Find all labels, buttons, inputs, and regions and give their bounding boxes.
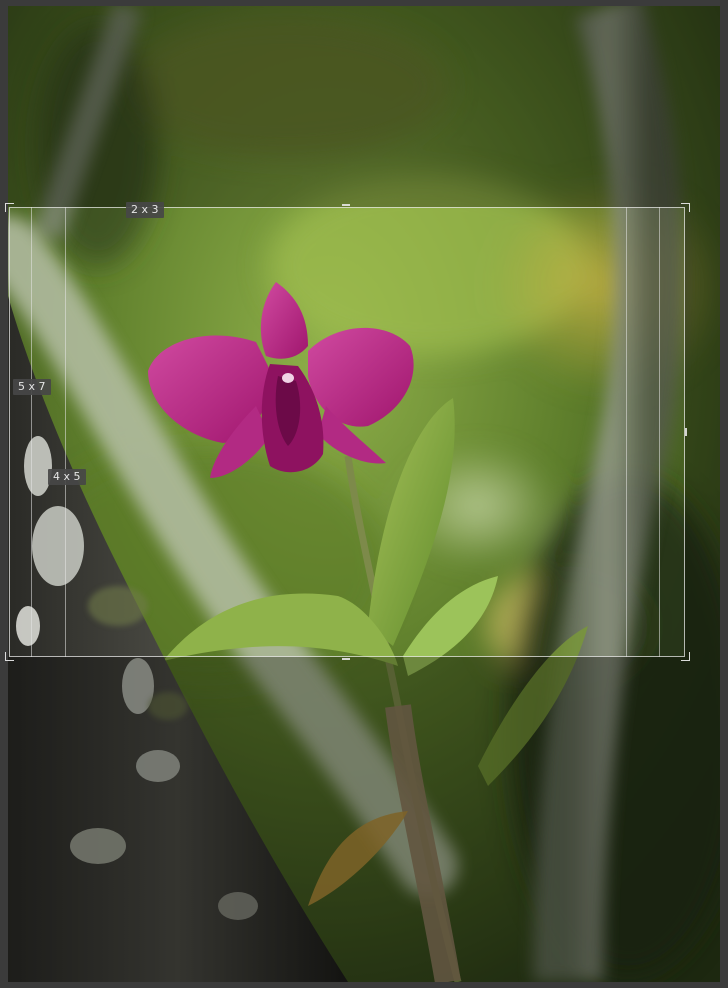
crop-handle-bottom-right[interactable] — [681, 652, 690, 661]
crop-handle-top-left[interactable] — [5, 203, 14, 212]
guide-line-4x5-left — [65, 207, 66, 657]
crop-handle-right[interactable] — [685, 428, 687, 436]
crop-handle-top-right[interactable] — [681, 203, 690, 212]
editor-canvas: 2 x 3 5 x 7 4 x 5 — [0, 0, 728, 988]
guide-line-5x7-right — [659, 207, 660, 657]
ratio-label-2x3: 2 x 3 — [126, 202, 164, 218]
ratio-label-4x5: 4 x 5 — [48, 469, 86, 485]
ratio-label-5x7: 5 x 7 — [13, 379, 51, 395]
crop-rectangle[interactable] — [9, 207, 685, 657]
guide-line-4x5-right — [626, 207, 627, 657]
crop-handle-top[interactable] — [342, 204, 350, 206]
guide-line-5x7-left — [31, 207, 32, 657]
crop-handle-bottom[interactable] — [342, 658, 350, 660]
crop-handle-bottom-left[interactable] — [5, 652, 14, 661]
